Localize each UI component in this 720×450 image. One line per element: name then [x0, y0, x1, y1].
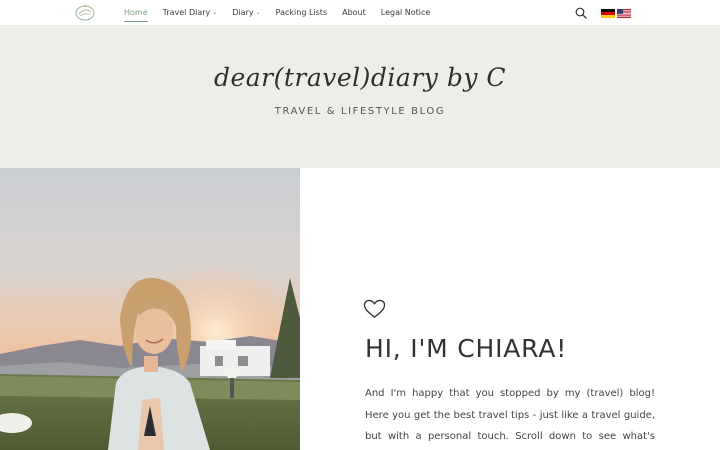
nav-item-label: Legal Notice: [380, 8, 431, 17]
search-icon[interactable]: [575, 7, 587, 19]
nav-item-legal-notice[interactable]: Legal Notice: [381, 0, 431, 25]
sunset-portrait-image: [0, 168, 300, 450]
nav-item-label: Packing Lists: [275, 8, 328, 17]
nav-item-label: Travel Diary: [162, 8, 211, 17]
nav-item-packing-lists[interactable]: Packing Lists: [276, 0, 327, 25]
intro-section: HI, I'M CHIARA! And I'm happy that you s…: [300, 168, 720, 450]
nav-item-label: About: [342, 8, 366, 17]
nav-item-travel-diary[interactable]: Travel Diary ⌄: [163, 0, 218, 25]
intro-paragraph: And I'm happy that you stopped by my (tr…: [365, 388, 655, 442]
intro-heading: HI, I'M CHIARA!: [365, 334, 568, 363]
nav-item-label: Diary: [232, 8, 254, 17]
hero-banner: dear(travel)diary by C TRAVEL & LIFESTYL…: [0, 25, 720, 168]
site-title[interactable]: dear(travel)diary by C: [0, 63, 720, 92]
chevron-down-icon: ⌄: [255, 9, 261, 16]
nav-item-label: Home: [124, 8, 148, 17]
heart-icon: [363, 299, 386, 318]
top-navigation: Home Travel Diary ⌄ Diary ⌄ Packing Lists …: [0, 0, 720, 25]
nav-item-about[interactable]: About: [342, 0, 366, 25]
us-flag-icon[interactable]: [617, 9, 631, 18]
german-flag-icon[interactable]: [601, 9, 615, 18]
portrait-photo: [0, 168, 300, 450]
nav-item-home[interactable]: Home: [124, 0, 148, 25]
nav-item-diary[interactable]: Diary ⌄: [232, 0, 260, 25]
site-logo-icon[interactable]: [74, 3, 96, 22]
main-menu: Home Travel Diary ⌄ Diary ⌄ Packing Lists …: [124, 0, 445, 25]
site-tagline: TRAVEL & LIFESTYLE BLOG: [274, 106, 446, 117]
chevron-down-icon: ⌄: [212, 9, 218, 16]
